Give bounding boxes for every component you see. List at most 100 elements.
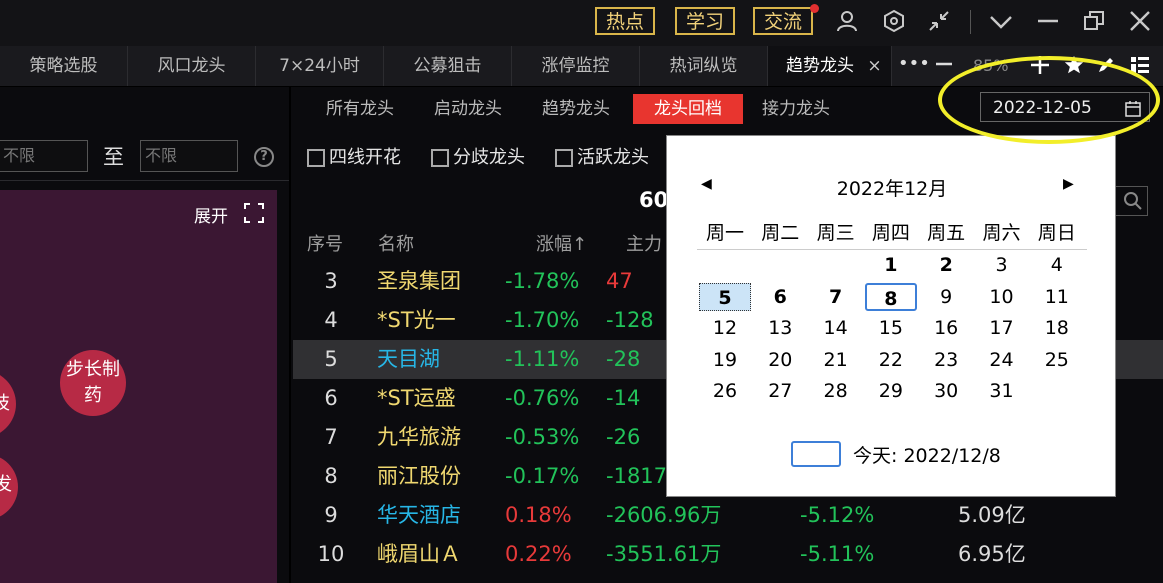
calendar-day[interactable]: 5 — [699, 282, 751, 311]
col-header-seq[interactable]: 序号 — [307, 230, 343, 260]
calendar-day[interactable]: 12 — [699, 314, 751, 342]
calendar-day[interactable]: 13 — [754, 314, 806, 342]
subtab-trend[interactable]: 趋势龙头 — [528, 94, 624, 124]
calendar-day[interactable]: 27 — [754, 377, 806, 405]
calendar-day[interactable]: 19 — [699, 346, 751, 374]
date-picker-input[interactable]: 2022-12-05 — [980, 92, 1150, 122]
filter-four-lines[interactable]: 四线开花 — [307, 146, 401, 172]
hot-button[interactable]: 热点 — [595, 7, 655, 35]
tab-close-icon[interactable]: × — [867, 56, 881, 76]
help-icon[interactable]: ? — [254, 147, 274, 167]
range-to-input[interactable]: 不限 — [140, 140, 238, 172]
filter-active[interactable]: 活跃龙头 — [555, 146, 649, 172]
calendar-day[interactable]: 18 — [1031, 314, 1083, 342]
title-bar: 热点 学习 交流 — [0, 0, 1163, 46]
edit-icon[interactable] — [1096, 55, 1116, 79]
tab-fund-snipe[interactable]: 公募狙击 — [384, 46, 512, 86]
subtab-all[interactable]: 所有龙头 — [312, 94, 408, 124]
calendar-day[interactable]: 15 — [865, 314, 917, 342]
bubble-stock[interactable]: 技 — [0, 370, 16, 438]
table-row[interactable]: 10 峨眉山Ａ 0.22% -3551.61万 -5.11% 6.95亿 — [293, 535, 1163, 574]
layout-icon[interactable] — [1130, 55, 1150, 79]
today-marker[interactable] — [791, 441, 841, 467]
calendar-day[interactable]: 14 — [810, 314, 862, 342]
tab-wind-leader[interactable]: 风口龙头 — [128, 46, 256, 86]
col-header-name[interactable]: 名称 — [378, 230, 414, 260]
tab-bar: 策略选股 风口龙头 7×24小时 公募狙击 涨停监控 热词纵览 趋势龙头 × •… — [0, 46, 1163, 87]
subtab-pullback[interactable]: 龙头回档 — [633, 94, 743, 124]
filter-diverge[interactable]: 分歧龙头 — [431, 146, 525, 172]
calendar-day[interactable]: 29 — [865, 377, 917, 405]
minimize-icon[interactable] — [1034, 9, 1062, 37]
add-icon[interactable] — [1030, 55, 1050, 79]
tab-24h[interactable]: 7×24小时 — [256, 46, 384, 86]
more-icon[interactable]: ••• — [898, 46, 930, 86]
calendar-day[interactable]: 22 — [865, 346, 917, 374]
calendar-day[interactable]: 10 — [976, 283, 1028, 311]
subtab-relay[interactable]: 接力龙头 — [748, 94, 844, 124]
calendar-day[interactable]: 17 — [976, 314, 1028, 342]
communicate-button[interactable]: 交流 — [753, 7, 813, 35]
user-icon[interactable] — [833, 9, 861, 37]
next-month-icon[interactable]: ▶ — [1063, 176, 1074, 192]
calendar-day[interactable]: 31 — [976, 377, 1028, 405]
bubble-stock[interactable]: 发 — [0, 454, 18, 520]
bubble-stock[interactable]: 步长制药 — [60, 350, 126, 416]
shrink-icon[interactable] — [925, 9, 953, 37]
calendar-day[interactable]: 11 — [1031, 283, 1083, 311]
cell-seq: 7 — [324, 425, 338, 449]
subtab-start[interactable]: 启动龙头 — [420, 94, 516, 124]
settings-hex-icon[interactable] — [880, 9, 908, 37]
calendar-day[interactable]: 6 — [754, 283, 806, 311]
calendar-day[interactable]: 9 — [920, 283, 972, 311]
expand-label[interactable]: 展开 — [194, 202, 228, 227]
calendar-day[interactable]: 7 — [810, 283, 862, 311]
weekday-header: 周二 — [761, 222, 800, 244]
calendar-day[interactable]: 1 — [865, 251, 917, 279]
calendar-day[interactable]: 3 — [976, 251, 1028, 279]
close-icon[interactable] — [1126, 9, 1154, 37]
tab-strategy[interactable]: 策略选股 — [0, 46, 128, 86]
col-header-change[interactable]: 涨幅↑ — [536, 230, 587, 260]
tab-hotword[interactable]: 热词纵览 — [640, 46, 768, 86]
cell-main: -28 — [606, 347, 641, 371]
tab-trend-leader[interactable]: 趋势龙头 × — [768, 46, 892, 86]
calendar-day[interactable]: 16 — [920, 314, 972, 342]
calendar-day[interactable]: 4 — [1031, 251, 1083, 279]
table-row[interactable]: 9 华天酒店 0.18% -2606.96万 -5.12% 5.09亿 — [293, 496, 1163, 535]
range-from-input[interactable]: 不限 — [0, 140, 88, 172]
cell-c6: 5.09亿 — [958, 503, 1026, 527]
calendar-day[interactable]: 24 — [976, 346, 1028, 374]
weekday-header: 周四 — [871, 222, 910, 244]
calendar-day[interactable]: 2 — [920, 251, 972, 279]
col-header-main[interactable]: 主力 — [626, 230, 662, 260]
checkbox[interactable] — [431, 149, 449, 167]
calendar-day[interactable]: 28 — [810, 377, 862, 405]
tab-label: 趋势龙头 — [786, 56, 854, 76]
restore-icon[interactable] — [1080, 9, 1108, 37]
star-icon[interactable] — [1063, 54, 1085, 80]
cell-name: 天目湖 — [377, 347, 440, 371]
calendar-day[interactable]: 8 — [864, 282, 917, 311]
calendar-day[interactable]: 20 — [754, 346, 806, 374]
learn-button[interactable]: 学习 — [675, 7, 735, 35]
chevron-down-icon[interactable] — [987, 9, 1015, 37]
expand-icon[interactable] — [244, 203, 264, 227]
checkbox[interactable] — [555, 149, 573, 167]
zoom-level: 85% — [973, 56, 1009, 75]
search-button[interactable] — [1112, 186, 1148, 216]
calendar-day[interactable]: 30 — [920, 377, 972, 405]
zoom-out-icon[interactable] — [934, 54, 954, 78]
weekday-header: 周一 — [705, 222, 744, 244]
calendar-day[interactable]: 21 — [810, 346, 862, 374]
tab-limit-monitor[interactable]: 涨停监控 — [512, 46, 640, 86]
calendar-day[interactable]: 23 — [920, 346, 972, 374]
calendar-icon[interactable] — [1124, 98, 1142, 128]
calendar-day[interactable]: 26 — [699, 377, 751, 405]
today-label[interactable]: 今天: 2022/12/8 — [853, 441, 1001, 468]
cell-main: -2606.96万 — [606, 503, 722, 527]
checkbox-label: 四线开花 — [329, 147, 401, 168]
calendar-day[interactable]: 25 — [1031, 346, 1083, 374]
checkbox[interactable] — [307, 149, 325, 167]
cell-main: -1817 — [606, 464, 668, 488]
